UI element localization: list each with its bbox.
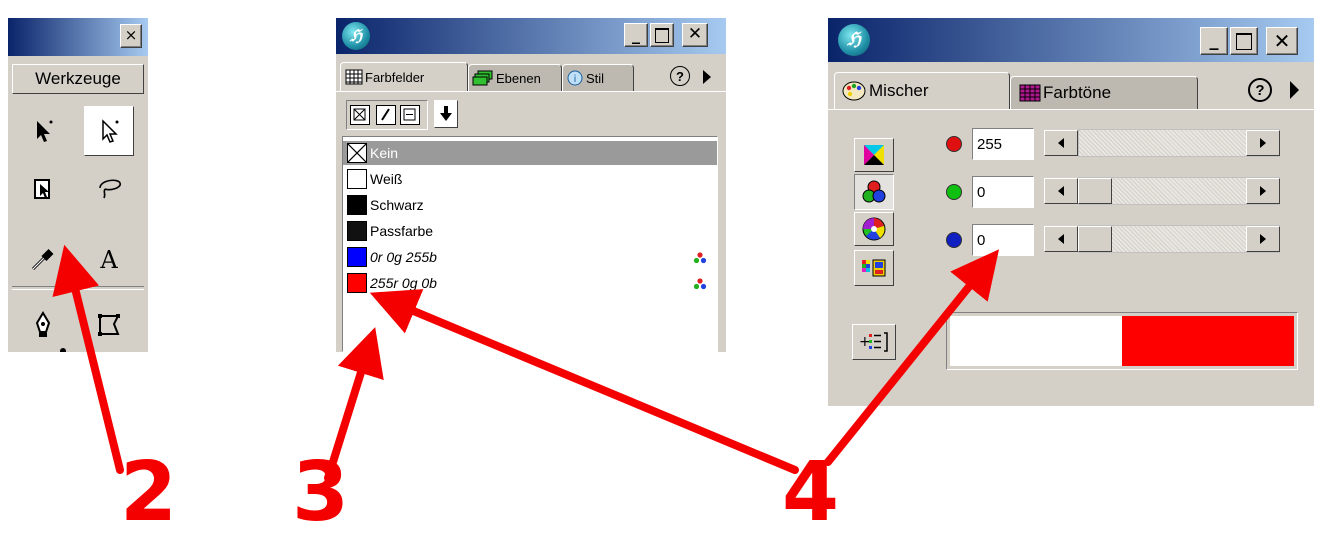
annotation-label-2: 2 [120,445,178,540]
arrow-4-left [369,289,799,474]
annotation-label-3: 3 [292,445,350,540]
arrow-4-right [824,249,1000,466]
annotation-arrows [52,244,1000,482]
arrow-2 [52,244,124,474]
annotation-label-4: 4 [782,445,840,540]
